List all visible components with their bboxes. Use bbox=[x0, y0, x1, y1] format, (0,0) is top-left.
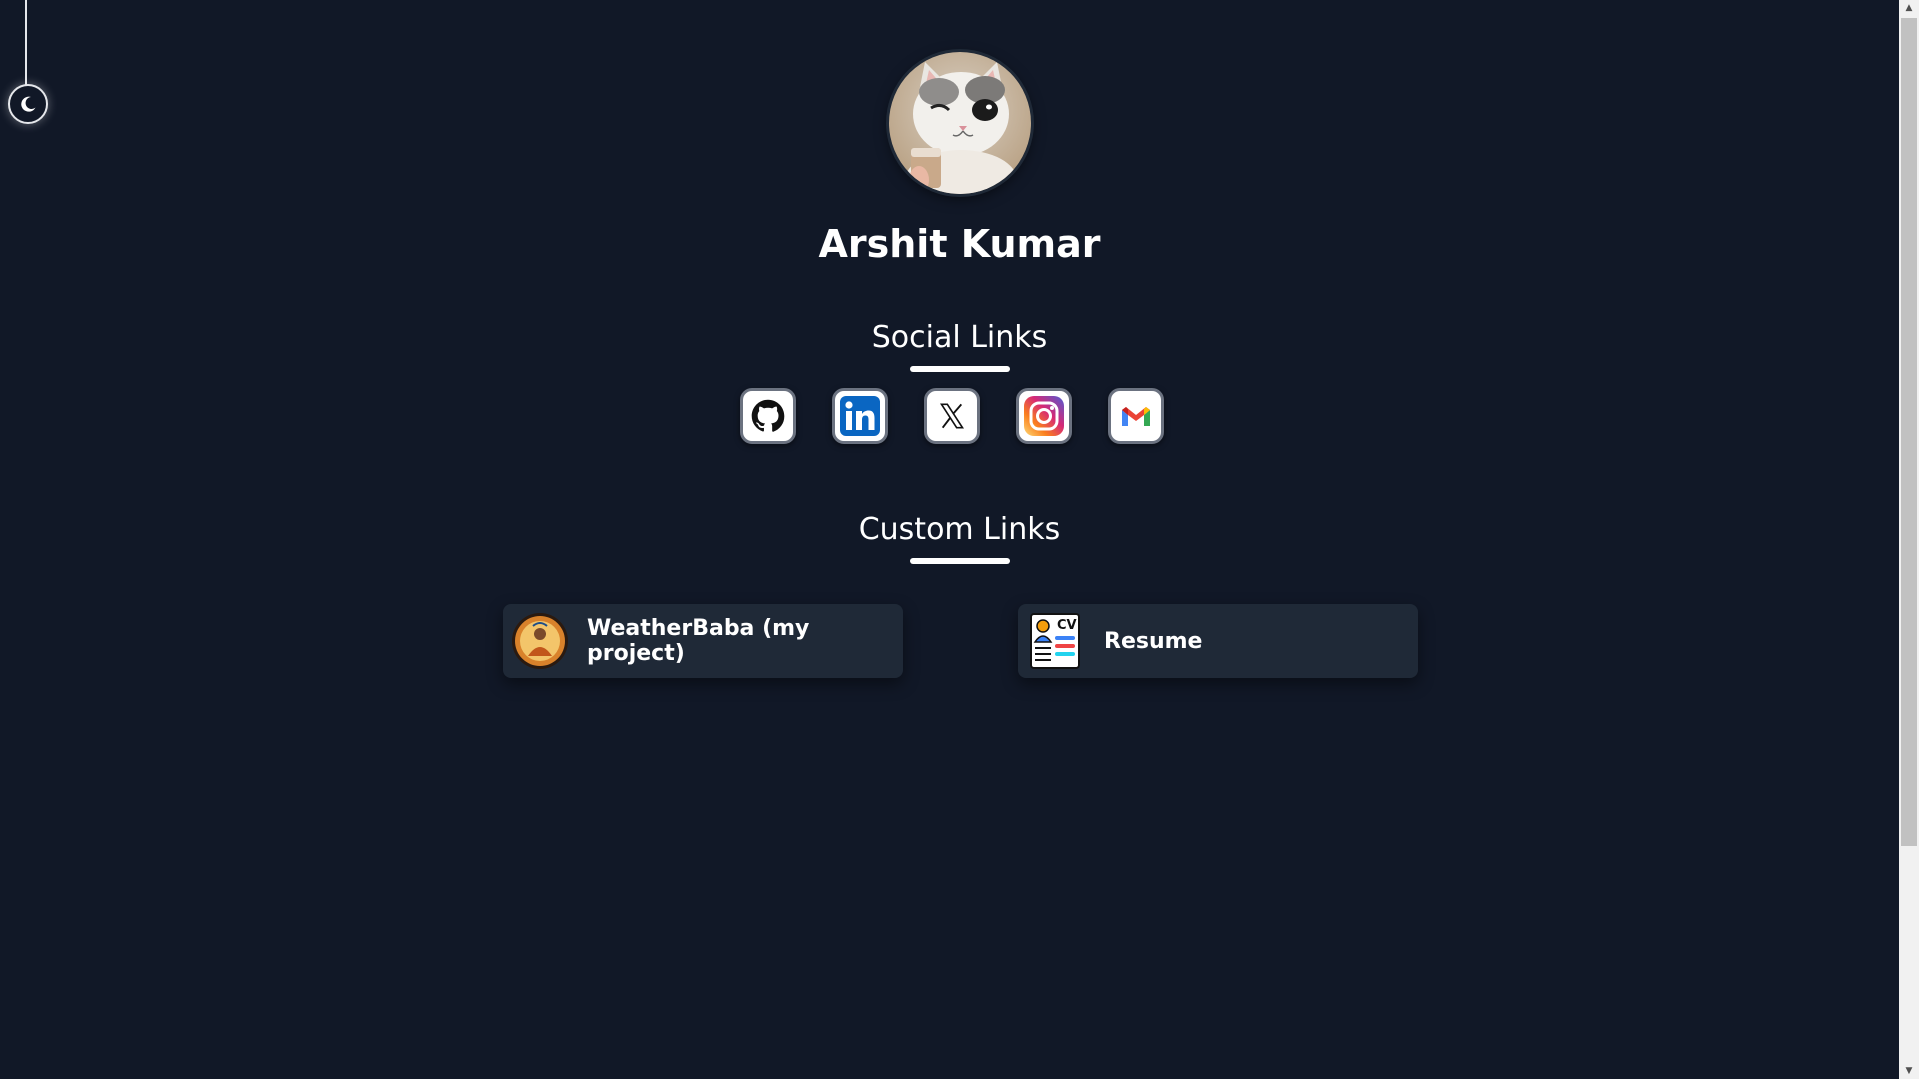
profile-name: Arshit Kumar bbox=[818, 222, 1101, 266]
github-icon bbox=[751, 399, 785, 432]
custom-link-label: Resume bbox=[1104, 628, 1203, 654]
scroll-up-arrow[interactable]: ▲ bbox=[1899, 0, 1919, 16]
social-links-row bbox=[740, 388, 1164, 444]
x-link[interactable] bbox=[924, 388, 980, 444]
custom-link-weatherbaba[interactable]: WeatherBaba (my project) bbox=[503, 604, 903, 678]
moon-icon bbox=[21, 96, 36, 112]
toggle-string bbox=[25, 0, 27, 86]
instagram-icon bbox=[1024, 396, 1064, 436]
linkedin-link[interactable] bbox=[832, 388, 888, 444]
github-link[interactable] bbox=[740, 388, 796, 444]
cat-photo-avatar bbox=[889, 52, 1031, 194]
theme-toggle-button[interactable] bbox=[8, 84, 48, 124]
x-twitter-icon bbox=[939, 403, 965, 429]
custom-links-title: Custom Links bbox=[858, 512, 1061, 547]
custom-link-label: WeatherBaba (my project) bbox=[587, 616, 810, 666]
linkedin-icon bbox=[840, 396, 880, 436]
cv-document-icon: CV bbox=[1026, 611, 1086, 671]
vertical-scrollbar[interactable]: ▲ ▼ bbox=[1899, 0, 1919, 1079]
avatar bbox=[889, 52, 1031, 194]
page: Arshit Kumar Social Links Custom Links W… bbox=[0, 0, 1899, 1079]
gmail-icon bbox=[1122, 407, 1150, 426]
social-links-underline bbox=[910, 366, 1010, 372]
svg-text:CV: CV bbox=[1057, 618, 1077, 633]
social-links-title: Social Links bbox=[871, 320, 1048, 355]
gmail-link[interactable] bbox=[1108, 388, 1164, 444]
weatherbaba-logo-icon bbox=[511, 611, 569, 671]
instagram-link[interactable] bbox=[1016, 388, 1072, 444]
custom-links-underline bbox=[910, 558, 1010, 564]
scroll-down-arrow[interactable]: ▼ bbox=[1899, 1063, 1919, 1079]
scroll-thumb[interactable] bbox=[1901, 18, 1917, 846]
custom-link-resume[interactable]: CV Resume bbox=[1018, 604, 1418, 678]
